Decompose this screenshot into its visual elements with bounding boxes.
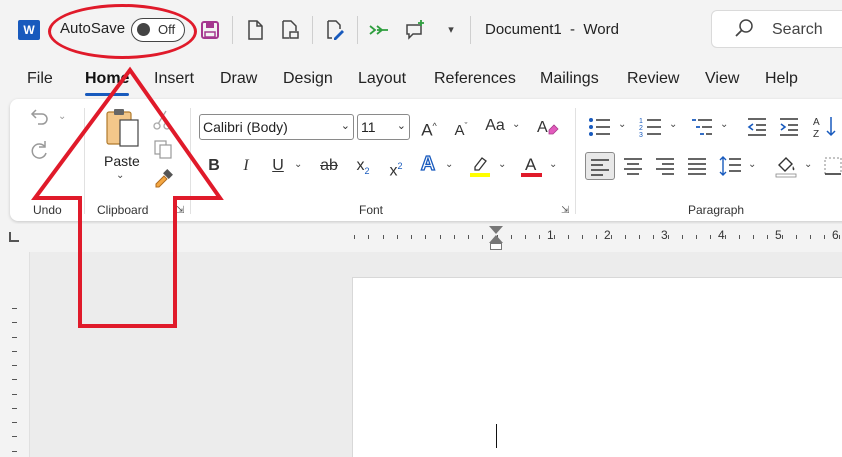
annotation-arrow [31, 66, 224, 328]
